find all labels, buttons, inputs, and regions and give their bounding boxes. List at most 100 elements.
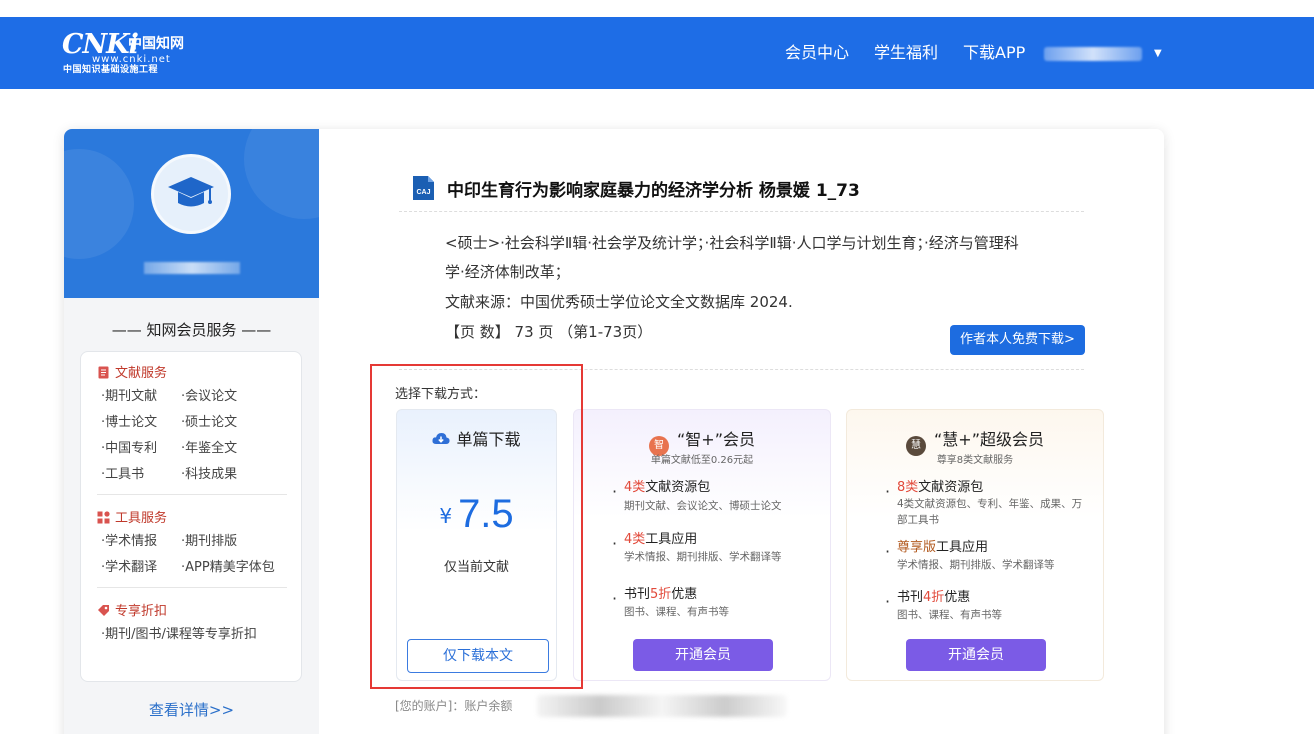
hui-activate-member-button[interactable]: 开通会员 xyxy=(906,639,1046,671)
download-card: —— 知网会员服务 —— 文献服务 ·期刊文献 ·会议论文 ·博士论文 ·硕士论… xyxy=(64,129,1164,734)
graduation-cap-icon xyxy=(168,177,214,207)
feature-prefix: 书刊 xyxy=(624,587,651,602)
document-icon xyxy=(98,366,109,379)
link-typesetting[interactable]: ·期刊排版 xyxy=(181,530,237,549)
feature-highlight: 尊享版 xyxy=(897,540,937,555)
hui-feature-literature: 8类文献资源包 xyxy=(885,476,984,501)
link-label: 工具书 xyxy=(105,467,145,482)
nav-member-center[interactable]: 会员中心 xyxy=(785,17,849,89)
link-label: 会议论文 xyxy=(185,389,238,404)
link-yearbooks[interactable]: ·年鉴全文 xyxy=(181,437,237,456)
doc-category-line2: 学·经济体制改革； xyxy=(445,263,570,281)
feature-highlight: 4类 xyxy=(624,480,646,495)
file-type-label: CAJ xyxy=(416,189,430,196)
feature-text: 优惠 xyxy=(944,590,971,605)
top-strip xyxy=(0,0,1314,17)
link-academic-intel[interactable]: ·学术情报 xyxy=(101,530,157,549)
link-app-fonts[interactable]: ·APP精美字体包 xyxy=(181,556,275,575)
link-reference-books[interactable]: ·工具书 xyxy=(101,463,144,482)
divider xyxy=(97,494,287,495)
link-translation[interactable]: ·学术翻译 xyxy=(101,556,157,575)
avatar xyxy=(151,154,231,234)
feature-text: 工具应用 xyxy=(645,532,698,547)
doc-source: 文献来源：中国优秀硕士学位论文全文数据库 2024. xyxy=(445,293,793,311)
link-label: 年鉴全文 xyxy=(185,441,238,456)
header-bar: CNKi 中国知网 www.cnki.net 中国知识基础设施工程 会员中心 学… xyxy=(0,17,1314,89)
services-box: 文献服务 ·期刊文献 ·会议论文 ·博士论文 ·硕士论文 ·中国专利 ·年鉴全文… xyxy=(80,351,302,682)
hui-feature-literature-sub: 4类文献资源包、专利、年鉴、成果、万部工具书 xyxy=(897,498,1083,526)
zhi-feature-literature: 4类文献资源包 xyxy=(612,476,711,501)
group-title: 专享折扣 xyxy=(115,604,168,619)
zhi-plus-member-option[interactable]: 智“智+”会员 单篇文献低至0.26元起 4类文献资源包 期刊文献、会议论文、博… xyxy=(573,409,831,681)
hui-feature-tools-sub: 学术情报、期刊排版、学术翻译等 xyxy=(897,559,1055,571)
link-exclusive-discounts[interactable]: ·期刊/图书/课程等专享折扣 xyxy=(101,623,257,642)
logo-brand-cn: 中国知网 xyxy=(128,36,184,52)
link-achievements[interactable]: ·科技成果 xyxy=(181,463,237,482)
decor-circle xyxy=(64,149,134,259)
hui-feature-books: 书刊4折优惠 xyxy=(885,586,971,611)
user-dropdown-arrow-icon[interactable]: ▼ xyxy=(1154,48,1162,59)
zhi-feature-tools: 4类工具应用 xyxy=(612,528,698,553)
tools-grid-icon xyxy=(97,511,110,524)
link-masters[interactable]: ·硕士论文 xyxy=(181,411,237,430)
caj-file-icon: CAJ xyxy=(413,176,434,200)
feature-prefix: 书刊 xyxy=(897,590,924,605)
hui-title-text: “慧+”超级会员 xyxy=(934,430,1044,449)
decor-circle xyxy=(244,129,319,219)
zhi-feature-books: 书刊5折优惠 xyxy=(612,583,698,608)
feature-highlight: 4类 xyxy=(624,532,646,547)
author-free-download-button[interactable]: 作者本人免费下载> xyxy=(950,325,1085,355)
view-details-link[interactable]: 查看详情>> xyxy=(64,699,319,720)
hui-feature-books-sub: 图书、课程、有声书等 xyxy=(897,609,1002,621)
feature-highlight: 4折 xyxy=(923,590,945,605)
sidebar-profile xyxy=(64,129,319,298)
feature-highlight: 5折 xyxy=(650,587,672,602)
zhi-subtitle: 单篇文献低至0.26元起 xyxy=(650,455,754,466)
member-name-blurred xyxy=(144,262,240,274)
link-conferences[interactable]: ·会议论文 xyxy=(181,385,237,404)
hui-feature-tools: 尊享版工具应用 xyxy=(885,536,989,561)
doc-category-line1: <硕士>·社会科学Ⅱ辑·社会学及统计学；·社会科学Ⅱ辑·人口学与计划生育；·经济… xyxy=(445,234,1019,252)
link-journals[interactable]: ·期刊文献 xyxy=(101,385,157,404)
hui-subtitle: 尊享8类文献服务 xyxy=(936,455,1014,466)
hui-plus-super-member-option[interactable]: 慧“慧+”超级会员 尊享8类文献服务 8类文献资源包 4类文献资源包、专利、年鉴… xyxy=(846,409,1104,681)
link-label: 硕士论文 xyxy=(185,415,238,430)
divider xyxy=(399,211,1084,212)
link-label: 期刊/图书/课程等专享折扣 xyxy=(105,627,257,642)
highlight-annotation-box xyxy=(370,364,583,689)
group-title: 文献服务 xyxy=(115,366,168,381)
logo-tagline: 中国知识基础设施工程 xyxy=(63,65,159,75)
tag-icon xyxy=(98,605,109,616)
cnki-logo[interactable]: CNKi 中国知网 www.cnki.net 中国知识基础设施工程 xyxy=(62,30,192,78)
zhi-feature-literature-sub: 期刊文献、会议论文、博硕士论文 xyxy=(624,500,782,512)
feature-text: 优惠 xyxy=(671,587,698,602)
zhi-feature-tools-sub: 学术情报、期刊排版、学术翻译等 xyxy=(624,551,782,563)
zhi-feature-books-sub: 图书、课程、有声书等 xyxy=(624,606,729,618)
group-discounts: 专享折扣 xyxy=(97,600,167,619)
link-doctoral[interactable]: ·博士论文 xyxy=(101,411,157,430)
link-label: 学术情报 xyxy=(105,534,158,549)
feature-highlight: 8类 xyxy=(897,480,919,495)
link-label: 期刊排版 xyxy=(185,534,238,549)
feature-text: 文献资源包 xyxy=(645,480,711,495)
feature-text: 工具应用 xyxy=(936,540,989,555)
zhi-title-text: “智+”会员 xyxy=(677,430,755,449)
group-literature: 文献服务 xyxy=(97,362,167,381)
zhi-activate-member-button[interactable]: 开通会员 xyxy=(633,639,773,671)
link-label: 中国专利 xyxy=(105,441,158,456)
document-title: 中印生育行为影响家庭暴力的经济学分析 杨景媛 1_73 xyxy=(447,181,860,201)
link-label: APP精美字体包 xyxy=(185,560,275,575)
divider xyxy=(97,587,287,588)
group-tools: 工具服务 xyxy=(97,507,167,526)
link-label: 期刊文献 xyxy=(105,389,158,404)
username-blurred[interactable] xyxy=(1044,47,1142,61)
group-title: 工具服务 xyxy=(115,511,168,526)
link-label: 科技成果 xyxy=(185,467,238,482)
nav-download-app[interactable]: 下载APP xyxy=(963,17,1025,89)
nav-student-benefits[interactable]: 学生福利 xyxy=(874,17,938,89)
services-title: —— 知网会员服务 —— xyxy=(111,321,272,339)
feature-text: 文献资源包 xyxy=(918,480,984,495)
link-patents[interactable]: ·中国专利 xyxy=(101,437,157,456)
link-label: 博士论文 xyxy=(105,415,158,430)
link-label: 学术翻译 xyxy=(105,560,158,575)
